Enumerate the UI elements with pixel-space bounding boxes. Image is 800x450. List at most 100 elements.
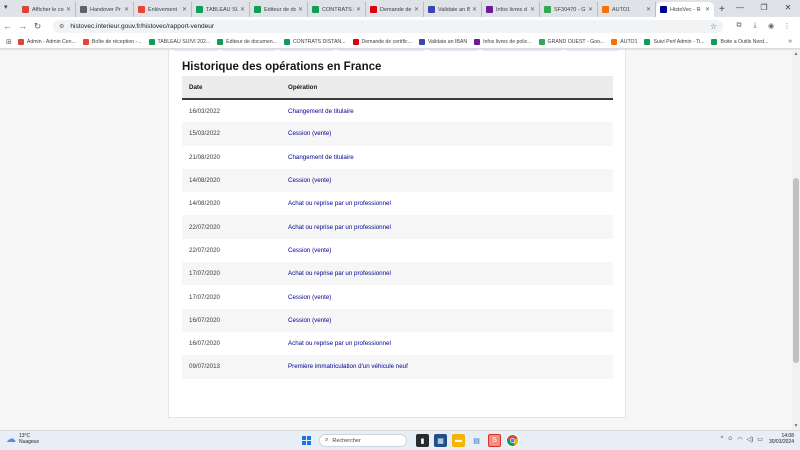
browser-tab[interactable]: Editeur de do ✕ bbox=[250, 2, 308, 17]
windows-start-icon[interactable] bbox=[302, 436, 311, 445]
folder-icon[interactable]: ▤ bbox=[470, 434, 483, 447]
address-bar[interactable]: ⚙ histovec.interieur.gouv.fr/histovec/ra… bbox=[53, 19, 723, 33]
site-info-icon[interactable]: ⚙ bbox=[59, 23, 64, 30]
people-icon[interactable]: ☺ bbox=[727, 436, 733, 442]
tab-close-icon[interactable]: ✕ bbox=[240, 6, 245, 13]
tab-close-icon[interactable]: ✕ bbox=[356, 6, 361, 13]
menu-icon[interactable]: ⋮ bbox=[779, 22, 795, 30]
minimize-icon[interactable]: — bbox=[728, 0, 752, 15]
tab-close-icon[interactable]: ✕ bbox=[414, 6, 419, 13]
browser-tab[interactable]: Afficher le co ✕ bbox=[18, 2, 76, 17]
tab-close-icon[interactable]: ✕ bbox=[124, 6, 129, 13]
bookmark-item[interactable]: Infos livres de polic... bbox=[474, 38, 532, 45]
bookmark-star-icon[interactable]: ☆ bbox=[710, 22, 717, 31]
taskbar-search[interactable]: ⌕ Rechercher bbox=[319, 434, 407, 447]
section-tab[interactable] bbox=[482, 50, 562, 51]
browser-tab[interactable]: Enlèvement ✕ bbox=[134, 2, 192, 17]
row-date: 22/07/2020 bbox=[182, 215, 288, 239]
page-scrollbar[interactable]: ▲ ▼ bbox=[792, 50, 800, 430]
bookmark-item[interactable]: GRAND OUEST - Goo... bbox=[538, 38, 604, 45]
tab-favicon-icon bbox=[370, 6, 377, 13]
clock-date: 30/03/2024 bbox=[768, 439, 794, 445]
new-tab-button[interactable]: + bbox=[719, 2, 725, 17]
browser-tab[interactable]: SF30470 - G ✕ bbox=[540, 2, 598, 17]
back-icon[interactable]: ← bbox=[0, 21, 15, 31]
extensions-icon[interactable]: ⧉ bbox=[731, 22, 747, 30]
network-icon[interactable]: ◠ bbox=[737, 436, 742, 443]
browser-tab[interactable]: TABLEAU SUIV✕ bbox=[192, 2, 250, 17]
bookmark-label: Validate an IBAN bbox=[427, 38, 468, 45]
browser-tab[interactable]: Validate an IB ✕ bbox=[424, 2, 482, 17]
tab-close-icon[interactable]: ✕ bbox=[530, 6, 535, 13]
bookmark-item[interactable]: CONTRATS DISTAN... bbox=[283, 38, 346, 45]
section-tab[interactable] bbox=[221, 50, 276, 51]
row-operation: Cession (vente) bbox=[288, 238, 613, 263]
weather-widget[interactable]: ☁ 13°C Nuageux bbox=[6, 433, 39, 445]
tab-strip: ▾ Afficher le co ✕ Handover Pr ✕ Enlèvement ✕… bbox=[0, 0, 800, 17]
apps-icon[interactable]: ⊞ bbox=[6, 38, 12, 46]
bookmark-item[interactable]: AUTO1 bbox=[611, 38, 637, 45]
url-text: histovec.interieur.gouv.fr/histovec/rapp… bbox=[70, 22, 215, 30]
weather-description: Nuageux bbox=[19, 439, 40, 445]
section-tab[interactable] bbox=[174, 50, 218, 51]
browser-tab[interactable]: CONTRATS D ✕ bbox=[308, 2, 366, 17]
clock[interactable]: 14:08 30/03/2024 bbox=[769, 433, 794, 445]
tab-close-icon[interactable]: ✕ bbox=[182, 6, 187, 13]
section-tab[interactable] bbox=[566, 50, 619, 51]
row-operation: Achat ou reprise par un professionnel bbox=[288, 192, 613, 216]
scroll-down-icon[interactable]: ▼ bbox=[792, 422, 800, 430]
browser-tab[interactable]: Demande de ✕ bbox=[366, 2, 424, 17]
restore-icon[interactable]: ❐ bbox=[752, 0, 776, 15]
download-icon[interactable]: ⤓ bbox=[747, 22, 763, 30]
section-tab[interactable] bbox=[279, 50, 334, 51]
tray-chevron-icon[interactable]: ^ bbox=[720, 436, 723, 442]
forward-icon[interactable]: → bbox=[15, 21, 30, 31]
calendar-app-icon[interactable]: ▦ bbox=[434, 434, 447, 447]
tab-close-icon[interactable]: ✕ bbox=[646, 6, 651, 13]
tab-close-icon[interactable]: ✕ bbox=[705, 6, 710, 13]
bookmark-item[interactable]: Boîte de réception -... bbox=[82, 38, 142, 45]
tab-search-icon[interactable]: ▾ bbox=[4, 3, 8, 11]
bookmark-item[interactable]: TABLEAU SUIVI 202... bbox=[148, 38, 210, 45]
column-header-operation: Opération bbox=[288, 76, 613, 100]
task-view-icon[interactable]: ▮ bbox=[416, 434, 429, 447]
bookmark-label: Infos livres de polic... bbox=[483, 38, 532, 45]
bookmark-item[interactable]: Validate an IBAN bbox=[418, 38, 468, 45]
page-viewport: Historique des opérations en France Date… bbox=[0, 50, 800, 430]
browser-tab[interactable]: AUTO1 ✕ bbox=[598, 2, 656, 17]
tab-close-icon[interactable]: ✕ bbox=[298, 6, 303, 13]
bookmark-item[interactable]: Suivi Perf Admin - Ti... bbox=[644, 38, 704, 45]
battery-icon[interactable]: ▭ bbox=[757, 436, 763, 443]
row-operation: Première immatriculation d'un véhicule n… bbox=[288, 355, 613, 379]
tab-close-icon[interactable]: ✕ bbox=[66, 6, 71, 13]
scroll-up-icon[interactable]: ▲ bbox=[792, 50, 800, 58]
bookmark-favicon-icon bbox=[538, 38, 545, 45]
tab-favicon-icon bbox=[80, 6, 87, 13]
close-window-icon[interactable]: ✕ bbox=[776, 0, 800, 15]
bookmark-item[interactable]: Boite a Outils Nord... bbox=[711, 38, 769, 45]
tab-close-icon[interactable]: ✕ bbox=[588, 6, 593, 13]
reload-icon[interactable]: ↻ bbox=[30, 21, 45, 32]
bookmark-label: Boite a Outils Nord... bbox=[720, 38, 769, 45]
report-card: Historique des opérations en France Date… bbox=[168, 50, 626, 418]
browser-tab[interactable]: Infos livres d ✕ bbox=[482, 2, 540, 17]
tab-favicon-icon bbox=[138, 6, 145, 13]
section-tab[interactable] bbox=[429, 50, 479, 51]
app-icon[interactable]: S bbox=[488, 434, 501, 447]
tab-favicon-icon bbox=[196, 6, 203, 13]
tab-close-icon[interactable]: ✕ bbox=[472, 6, 477, 13]
bookmark-favicon-icon bbox=[418, 38, 425, 45]
section-tab[interactable] bbox=[337, 50, 425, 51]
bookmark-item[interactable]: Editeur de documen... bbox=[217, 38, 277, 45]
bookmark-item[interactable]: Demande de certific... bbox=[352, 38, 412, 45]
more-bookmarks-icon[interactable]: » bbox=[788, 38, 792, 45]
bookmark-item[interactable]: Admin - Admin Cen... bbox=[17, 38, 76, 45]
browser-tab[interactable]: HistoVec - R ✕ bbox=[656, 2, 714, 17]
volume-icon[interactable]: ◁) bbox=[747, 436, 754, 443]
windows-taskbar: ☁ 13°C Nuageux ⌕ Rechercher ▮ ▦ ▬ ▤ S ^ … bbox=[0, 430, 800, 450]
profile-icon[interactable]: ◉ bbox=[763, 22, 779, 30]
chrome-icon[interactable] bbox=[506, 434, 519, 447]
scrollbar-thumb[interactable] bbox=[793, 178, 799, 363]
file-explorer-icon[interactable]: ▬ bbox=[452, 434, 465, 447]
browser-tab[interactable]: Handover Pr ✕ bbox=[76, 2, 134, 17]
